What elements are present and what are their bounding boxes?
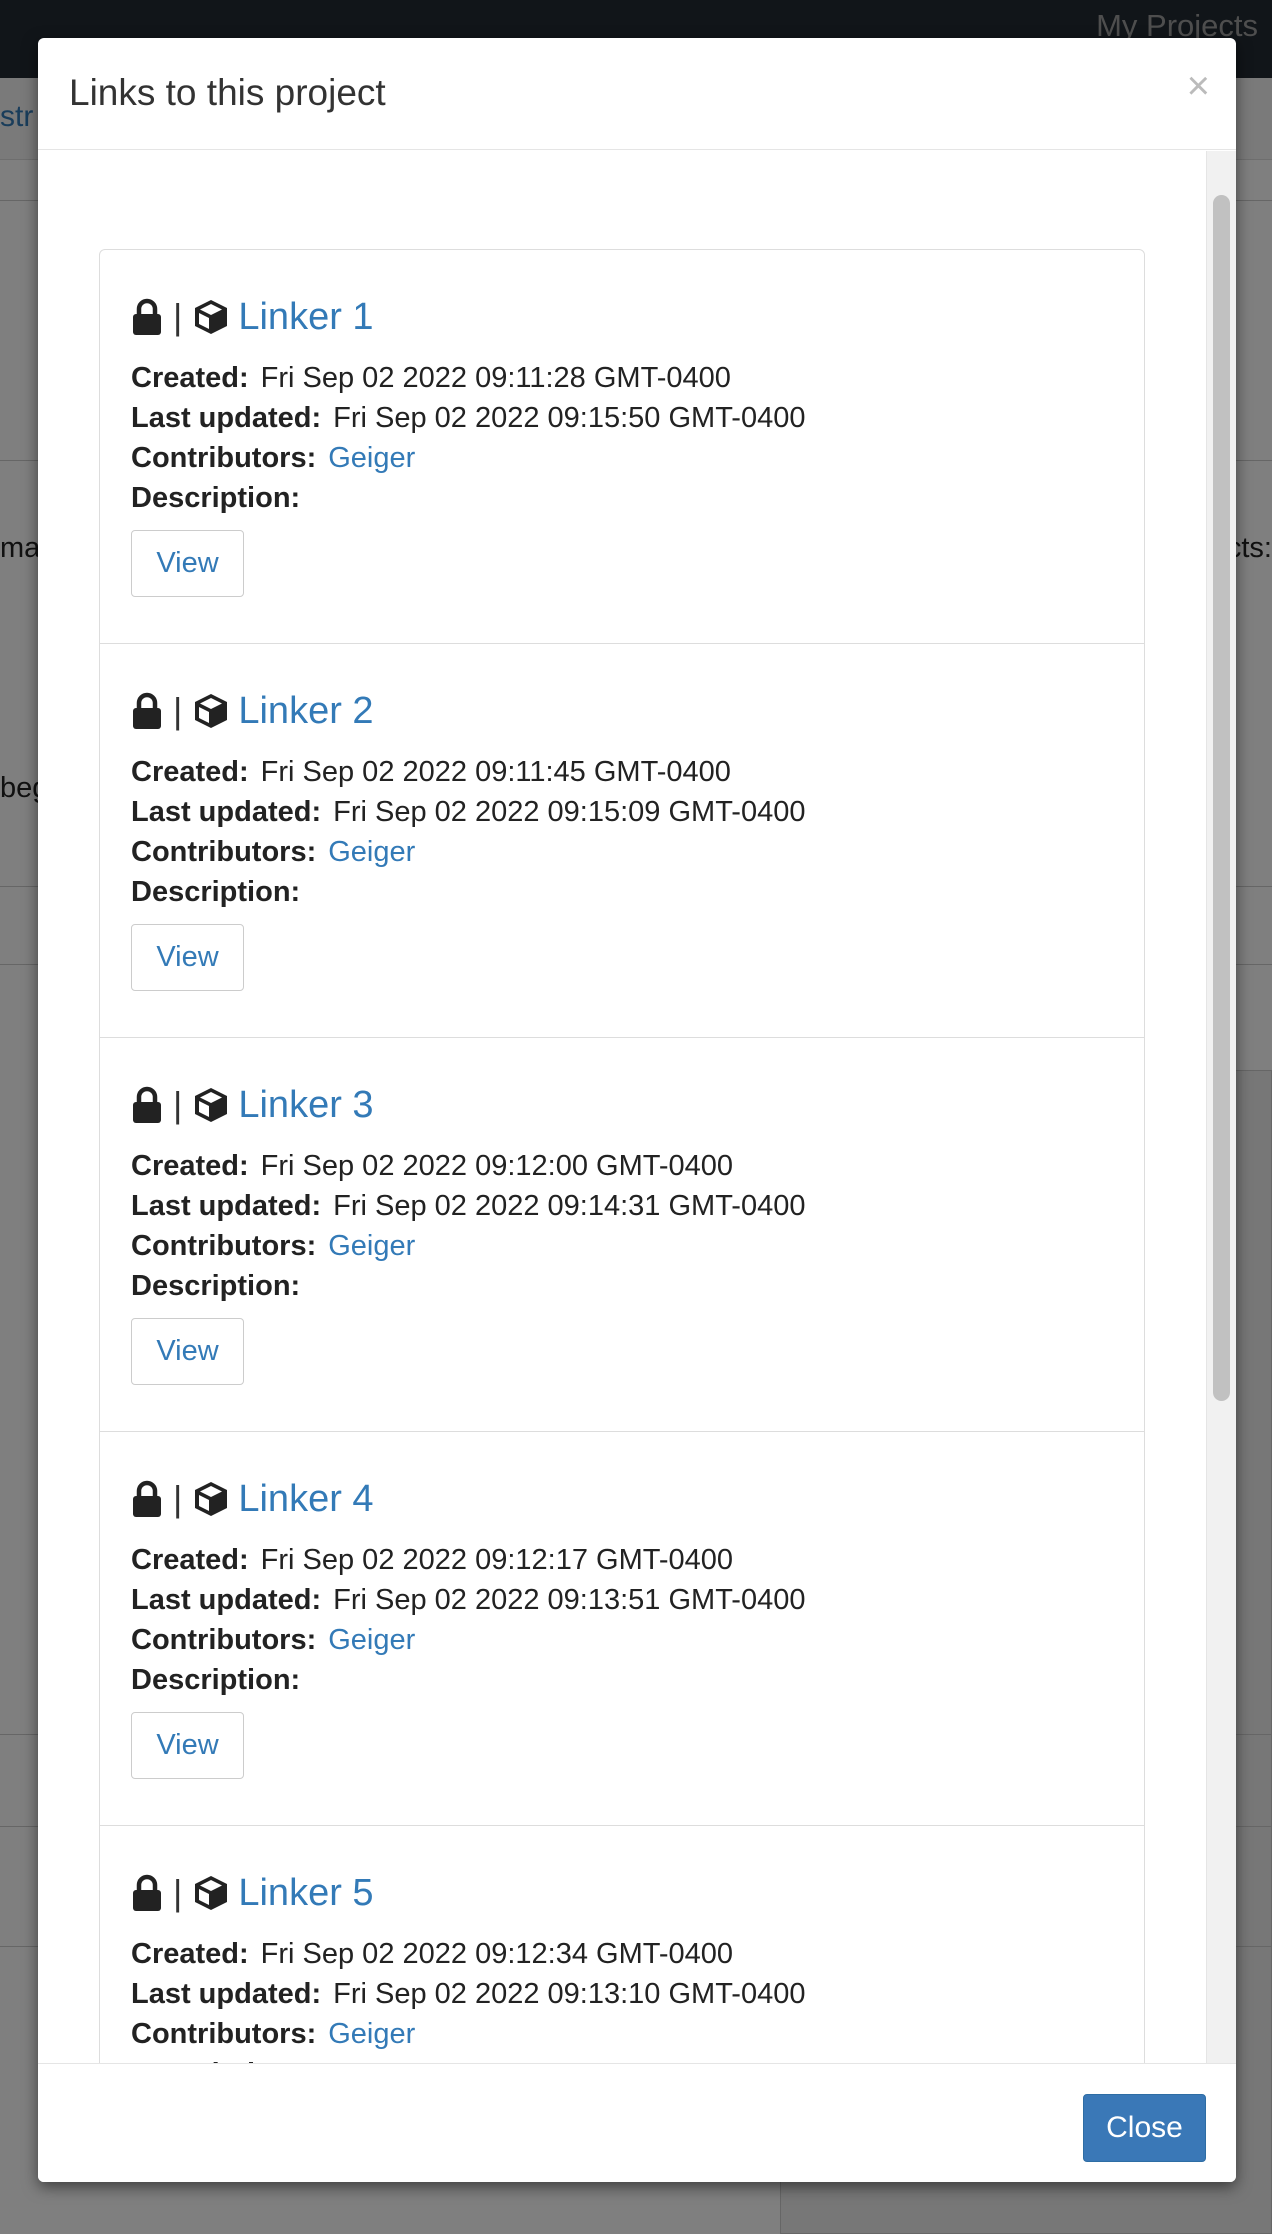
card-title-row: | Linker 2	[131, 686, 374, 736]
scrollbar-thumb[interactable]	[1213, 195, 1230, 1401]
scrollbar[interactable]	[1206, 151, 1236, 2063]
description-row: Description:	[131, 1270, 312, 1303]
contributor-link[interactable]: Geiger	[328, 1230, 415, 1262]
close-icon[interactable]: ×	[1187, 66, 1210, 106]
created-label: Created:	[131, 362, 249, 394]
created-label: Created:	[131, 1938, 249, 1970]
updated-value: Fri Sep 02 2022 09:14:31 GMT-0400	[333, 1190, 806, 1222]
cube-icon	[195, 1482, 228, 1516]
updated-value: Fri Sep 02 2022 09:13:10 GMT-0400	[333, 1978, 806, 2010]
list-item: | Linker 2 Created: Fri Sep 02 2022 09:11…	[100, 644, 1144, 1038]
view-button[interactable]: View	[131, 1318, 244, 1385]
last-updated-label: Last updated:	[131, 402, 322, 434]
last-updated-label: Last updated:	[131, 1190, 322, 1222]
updated-row: Last updated: Fri Sep 02 2022 09:15:50 GM…	[131, 402, 805, 435]
lock-icon	[133, 1480, 161, 1517]
last-updated-label: Last updated:	[131, 796, 322, 828]
description-label: Description:	[131, 482, 301, 514]
close-button[interactable]: Close	[1083, 2094, 1206, 2162]
created-value: Fri Sep 02 2022 09:12:34 GMT-0400	[260, 1938, 734, 1970]
lock-icon	[133, 298, 161, 335]
created-label: Created:	[131, 1544, 249, 1576]
cube-icon	[195, 694, 228, 728]
contributors-row: Contributors: Geiger	[131, 2018, 415, 2051]
updated-row: Last updated: Fri Sep 02 2022 09:14:31 GM…	[131, 1190, 805, 1223]
modal-body: | Linker 1 Created: Fri Sep 02 2022 09:11…	[38, 151, 1206, 2063]
description-label: Description:	[131, 1664, 301, 1696]
view-button[interactable]: View	[131, 924, 244, 991]
contributors-label: Contributors:	[131, 2018, 317, 2050]
last-updated-label: Last updated:	[131, 1584, 322, 1616]
contributors-row: Contributors: Geiger	[131, 1624, 415, 1657]
created-row: Created: Fri Sep 02 2022 09:12:00 GMT-040…	[131, 1150, 733, 1183]
lock-icon	[133, 692, 161, 729]
updated-value: Fri Sep 02 2022 09:15:50 GMT-0400	[333, 402, 806, 434]
contributor-link[interactable]: Geiger	[328, 1624, 415, 1656]
links-modal: Links to this project × | Linker 1 Creat…	[38, 38, 1236, 2182]
separator: |	[173, 690, 183, 731]
view-button[interactable]: View	[131, 530, 244, 597]
created-value: Fri Sep 02 2022 09:11:45 GMT-0400	[260, 756, 731, 788]
separator: |	[173, 1872, 183, 1913]
contributor-link[interactable]: Geiger	[328, 836, 415, 868]
updated-value: Fri Sep 02 2022 09:15:09 GMT-0400	[333, 796, 806, 828]
updated-row: Last updated: Fri Sep 02 2022 09:15:09 GM…	[131, 796, 805, 829]
card-title-row: | Linker 1	[131, 292, 374, 342]
contributors-label: Contributors:	[131, 442, 317, 474]
created-row: Created: Fri Sep 02 2022 09:11:45 GMT-040…	[131, 756, 731, 789]
created-value: Fri Sep 02 2022 09:12:17 GMT-0400	[260, 1544, 734, 1576]
separator: |	[173, 296, 183, 337]
created-label: Created:	[131, 1150, 249, 1182]
created-row: Created: Fri Sep 02 2022 09:12:34 GMT-040…	[131, 1938, 733, 1971]
link-title[interactable]: Linker 2	[238, 690, 373, 733]
separator: |	[173, 1084, 183, 1125]
description-row: Description:	[131, 876, 312, 909]
separator: |	[173, 1478, 183, 1519]
list-item: | Linker 4 Created: Fri Sep 02 2022 09:12…	[100, 1432, 1144, 1826]
description-row: Description:	[131, 482, 312, 515]
cube-icon	[195, 300, 228, 334]
created-label: Created:	[131, 756, 249, 788]
list-item: | Linker 5 Created: Fri Sep 02 2022 09:12…	[100, 1826, 1144, 2064]
created-value: Fri Sep 02 2022 09:11:28 GMT-0400	[260, 362, 731, 394]
created-value: Fri Sep 02 2022 09:12:00 GMT-0400	[260, 1150, 734, 1182]
list-item: | Linker 1 Created: Fri Sep 02 2022 09:11…	[100, 250, 1144, 644]
description-label: Description:	[131, 1270, 301, 1302]
card-title-row: | Linker 3	[131, 1080, 374, 1130]
modal-footer: Close	[38, 2063, 1236, 2182]
card-title-row: | Linker 4	[131, 1474, 374, 1524]
link-title[interactable]: Linker 1	[238, 296, 373, 339]
link-title[interactable]: Linker 5	[238, 1872, 373, 1915]
contributor-link[interactable]: Geiger	[328, 442, 415, 474]
contributors-label: Contributors:	[131, 836, 317, 868]
modal-title: Links to this project	[69, 72, 386, 113]
contributors-label: Contributors:	[131, 1230, 317, 1262]
updated-value: Fri Sep 02 2022 09:13:51 GMT-0400	[333, 1584, 806, 1616]
list-item: | Linker 3 Created: Fri Sep 02 2022 09:12…	[100, 1038, 1144, 1432]
contributor-link[interactable]: Geiger	[328, 2018, 415, 2050]
created-row: Created: Fri Sep 02 2022 09:12:17 GMT-040…	[131, 1544, 733, 1577]
updated-row: Last updated: Fri Sep 02 2022 09:13:51 GM…	[131, 1584, 805, 1617]
links-list: | Linker 1 Created: Fri Sep 02 2022 09:11…	[99, 249, 1145, 2063]
modal-header: Links to this project ×	[38, 38, 1236, 150]
link-title[interactable]: Linker 3	[238, 1084, 373, 1127]
link-title[interactable]: Linker 4	[238, 1478, 373, 1521]
lock-icon	[133, 1874, 161, 1911]
updated-row: Last updated: Fri Sep 02 2022 09:13:10 GM…	[131, 1978, 805, 2011]
created-row: Created: Fri Sep 02 2022 09:11:28 GMT-040…	[131, 362, 731, 395]
contributors-row: Contributors: Geiger	[131, 1230, 415, 1263]
lock-icon	[133, 1086, 161, 1123]
contributors-row: Contributors: Geiger	[131, 836, 415, 869]
contributors-row: Contributors: Geiger	[131, 442, 415, 475]
card-title-row: | Linker 5	[131, 1868, 374, 1918]
cube-icon	[195, 1876, 228, 1910]
last-updated-label: Last updated:	[131, 1978, 322, 2010]
view-button[interactable]: View	[131, 1712, 244, 1779]
cube-icon	[195, 1088, 228, 1122]
description-row: Description:	[131, 1664, 312, 1697]
description-label: Description:	[131, 876, 301, 908]
contributors-label: Contributors:	[131, 1624, 317, 1656]
